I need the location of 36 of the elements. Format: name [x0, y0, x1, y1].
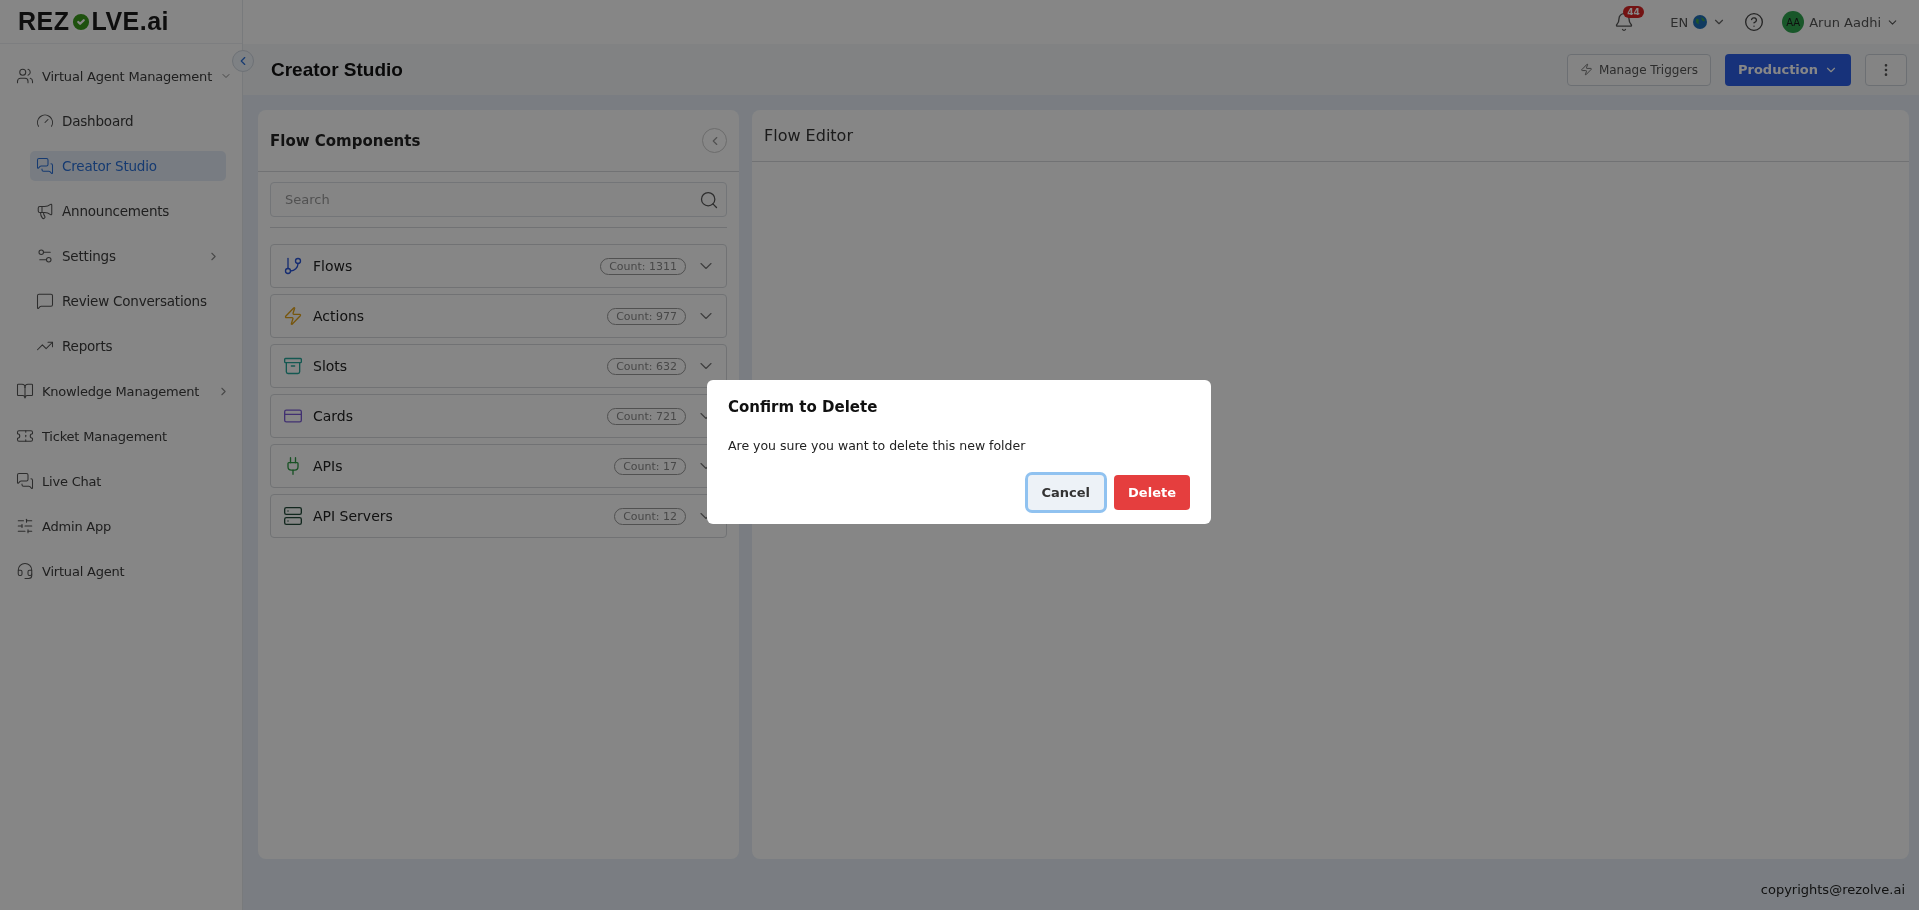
- sidebar-item[interactable]: Live Chat: [10, 466, 236, 496]
- component-category-row[interactable]: Slots Count: 632: [270, 344, 727, 388]
- sidebar-item[interactable]: Creator Studio: [30, 151, 226, 181]
- sidebar-item[interactable]: Settings: [30, 241, 226, 271]
- component-category-row[interactable]: Flows Count: 1311: [270, 244, 727, 288]
- delete-button[interactable]: Delete: [1114, 475, 1190, 510]
- sidebar-item[interactable]: Virtual Agent: [10, 556, 236, 586]
- logo-text: LVE.ai: [91, 7, 170, 36]
- cancel-button[interactable]: Cancel: [1027, 475, 1105, 510]
- language-label[interactable]: EN: [1670, 14, 1689, 30]
- category-label: Actions: [313, 308, 366, 324]
- panel-title: Flow Editor: [764, 126, 853, 145]
- logo-text: REZ: [18, 7, 70, 36]
- sidebar-item[interactable]: Announcements: [30, 196, 226, 226]
- sidebar-item[interactable]: Reports: [30, 331, 226, 361]
- sidebar-item[interactable]: Admin App: [10, 511, 236, 541]
- sidebar-item[interactable]: Dashboard: [30, 106, 226, 136]
- sidebar-item[interactable]: Review Conversations: [30, 286, 226, 316]
- user-name[interactable]: Arun Aadhi: [1809, 14, 1881, 30]
- manage-triggers-button[interactable]: Manage Triggers: [1566, 53, 1711, 86]
- notification-count: 44: [1623, 6, 1644, 18]
- category-label: APIs: [313, 458, 344, 474]
- copyright-text: copyrights@rezolve.ai: [1760, 882, 1905, 897]
- sidebar-item[interactable]: Virtual Agent Management: [10, 61, 236, 91]
- sidebar-item[interactable]: Knowledge Management: [10, 376, 236, 406]
- panel-title: Flow Components: [270, 131, 421, 150]
- category-label: Slots: [313, 358, 349, 374]
- sidebar-item[interactable]: Ticket Management: [10, 421, 236, 451]
- dialog-message: Are you sure you want to delete this new folder: [728, 438, 1027, 453]
- component-category-row[interactable]: Actions Count: 977: [270, 294, 727, 338]
- category-label: Flows: [313, 258, 354, 274]
- environment-dropdown[interactable]: Production: [1725, 53, 1851, 86]
- page-title: Creator Studio: [271, 58, 404, 81]
- category-label: API Servers: [313, 508, 394, 524]
- category-label: Cards: [313, 408, 355, 424]
- dialog-title: Confirm to Delete: [728, 398, 879, 416]
